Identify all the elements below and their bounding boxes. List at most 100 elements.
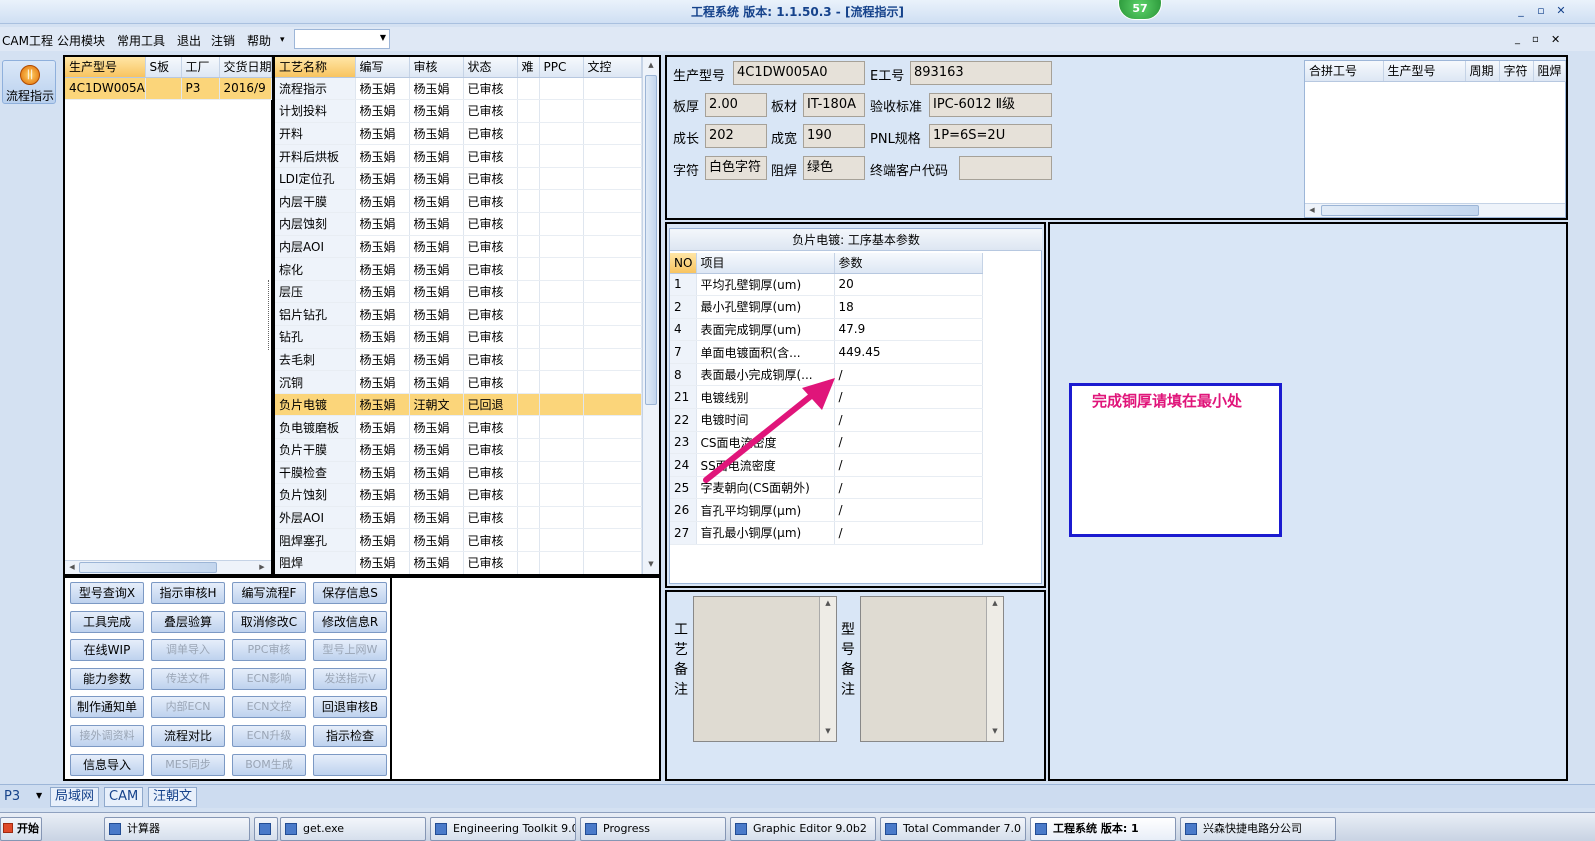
reviewer-cell[interactable]: 杨玉娟: [409, 257, 464, 281]
merge-hscrollbar[interactable]: ◀: [1305, 203, 1565, 217]
process-name-cell[interactable]: 棕化: [275, 257, 356, 281]
process-name-cell[interactable]: 去毛刺: [275, 348, 356, 372]
action-button[interactable]: 编写流程F: [232, 582, 306, 604]
ppc-cell[interactable]: [539, 189, 584, 214]
action-button[interactable]: ECN升级: [232, 725, 306, 747]
process-name-cell[interactable]: 干膜检查: [275, 461, 356, 485]
status-cell[interactable]: 已审核: [463, 122, 518, 146]
ppc-cell[interactable]: [539, 528, 584, 552]
process-name-cell[interactable]: 内层蚀刻: [275, 212, 356, 236]
ppc-cell[interactable]: [539, 461, 584, 485]
action-button[interactable]: 回退审核B: [313, 696, 387, 719]
status-lan[interactable]: 局域网: [50, 787, 100, 807]
doc-control-cell[interactable]: [583, 370, 642, 394]
difficulty-cell[interactable]: [517, 167, 540, 191]
material-field[interactable]: IT-180A: [803, 93, 865, 117]
writer-cell[interactable]: 杨玉娟: [355, 144, 410, 168]
start-button[interactable]: 开始: [0, 817, 42, 841]
reviewer-cell[interactable]: 杨玉娟: [409, 483, 464, 507]
action-button[interactable]: 发送指示V: [313, 667, 387, 690]
action-button[interactable]: 工具完成: [70, 610, 144, 633]
reviewer-cell[interactable]: 杨玉娟: [409, 348, 464, 372]
ppc-cell[interactable]: [539, 167, 584, 191]
status-user[interactable]: 汪朝文: [148, 787, 198, 807]
difficulty-cell[interactable]: [517, 302, 540, 327]
col-difficulty[interactable]: 难: [517, 57, 540, 78]
status-cell[interactable]: 已审核: [463, 483, 518, 507]
col-writer[interactable]: 编写: [355, 57, 410, 78]
ppc-cell[interactable]: [539, 551, 584, 574]
taskbar-item[interactable]: Progress: [580, 817, 726, 841]
process-name-cell[interactable]: 负片电镀: [275, 393, 356, 417]
param-item-cell[interactable]: 盲孔平均铜厚(μm): [696, 498, 835, 523]
status-cell[interactable]: 已审核: [463, 212, 518, 236]
minimize-button[interactable]: _: [1513, 3, 1529, 19]
order-factory-cell[interactable]: P3: [181, 77, 220, 101]
param-value-cell[interactable]: /: [834, 476, 983, 500]
status-cell[interactable]: 已审核: [463, 325, 518, 349]
mask-field[interactable]: 绿色: [803, 156, 865, 180]
action-button[interactable]: 型号上网W: [313, 639, 387, 662]
taskbar-item[interactable]: get.exe: [280, 817, 426, 841]
ppc-cell[interactable]: [539, 348, 584, 372]
merge-hscroll-thumb[interactable]: [1321, 205, 1479, 216]
action-button[interactable]: BOM生成: [232, 753, 306, 776]
writer-cell[interactable]: 杨玉娟: [355, 393, 410, 417]
action-button[interactable]: 指示审核H: [151, 582, 225, 604]
status-cell[interactable]: 已审核: [463, 144, 518, 168]
process-name-cell[interactable]: 负片干膜: [275, 438, 356, 462]
col-cycle[interactable]: 周期: [1465, 61, 1500, 82]
param-no-cell[interactable]: 4: [670, 318, 697, 342]
menu-exit[interactable]: 退出: [177, 32, 201, 49]
ppc-cell[interactable]: [539, 144, 584, 168]
status-cell[interactable]: 已审核: [463, 99, 518, 123]
doc-control-cell[interactable]: [583, 167, 642, 191]
param-value-cell[interactable]: /: [834, 521, 983, 545]
process-row[interactable]: 开料后烘板 杨玉娟 杨玉娟 已审核: [275, 144, 642, 168]
doc-control-cell[interactable]: [583, 144, 642, 168]
process-row[interactable]: 沉铜 杨玉娟 杨玉娟 已审核: [275, 370, 642, 394]
process-row[interactable]: 流程指示 杨玉娟 杨玉娟 已审核: [275, 77, 642, 101]
status-cell[interactable]: 已审核: [463, 506, 518, 530]
process-row[interactable]: 阻焊塞孔 杨玉娟 杨玉娟 已审核: [275, 528, 642, 552]
taskbar-item[interactable]: Total Commander 7.0: [880, 817, 1026, 841]
process-row[interactable]: 层压 杨玉娟 杨玉娟 已审核: [275, 280, 642, 304]
scroll-down-icon[interactable]: ▼: [644, 560, 658, 568]
process-name-cell[interactable]: 阻焊: [275, 551, 356, 574]
writer-cell[interactable]: 杨玉娟: [355, 167, 410, 191]
action-button[interactable]: 能力参数: [70, 667, 144, 690]
ppc-cell[interactable]: [539, 280, 584, 304]
doc-control-cell[interactable]: [583, 77, 642, 101]
col-value[interactable]: 参数: [834, 253, 983, 274]
writer-cell[interactable]: 杨玉娟: [355, 235, 410, 259]
process-row[interactable]: 阻焊 杨玉娟 杨玉娟 已审核: [275, 551, 642, 574]
process-vscroll-thumb[interactable]: [645, 75, 657, 405]
col-merge-char[interactable]: 字符: [1499, 61, 1534, 82]
doc-control-cell[interactable]: [583, 461, 642, 485]
taskbar-item[interactable]: Graphic Editor 9.0b2: [730, 817, 876, 841]
col-merge-model[interactable]: 生产型号: [1383, 61, 1466, 82]
reviewer-cell[interactable]: 杨玉娟: [409, 99, 464, 123]
status-cell[interactable]: 已审核: [463, 551, 518, 574]
difficulty-cell[interactable]: [517, 438, 540, 462]
difficulty-cell[interactable]: [517, 144, 540, 168]
doc-control-cell[interactable]: [583, 438, 642, 462]
process-row[interactable]: 外层AOI 杨玉娟 杨玉娟 已审核: [275, 506, 642, 530]
param-value-cell[interactable]: 20: [834, 273, 983, 297]
process-row[interactable]: 内层干膜 杨玉娟 杨玉娟 已审核: [275, 189, 642, 214]
taskbar-item[interactable]: [254, 817, 278, 841]
difficulty-cell[interactable]: [517, 461, 540, 485]
process-vscrollbar[interactable]: ▲ ▼: [642, 57, 659, 574]
col-due-date[interactable]: 交货日期: [219, 57, 272, 78]
writer-cell[interactable]: 杨玉娟: [355, 325, 410, 349]
status-cell[interactable]: 已审核: [463, 235, 518, 259]
doc-control-cell[interactable]: [583, 212, 642, 236]
doc-control-cell[interactable]: [583, 348, 642, 372]
reviewer-cell[interactable]: 杨玉娟: [409, 528, 464, 552]
status-cell[interactable]: 已审核: [463, 302, 518, 327]
col-status[interactable]: 状态: [463, 57, 518, 78]
writer-cell[interactable]: 杨玉娟: [355, 506, 410, 530]
status-cell[interactable]: 已审核: [463, 280, 518, 304]
difficulty-cell[interactable]: [517, 325, 540, 349]
difficulty-cell[interactable]: [517, 506, 540, 530]
